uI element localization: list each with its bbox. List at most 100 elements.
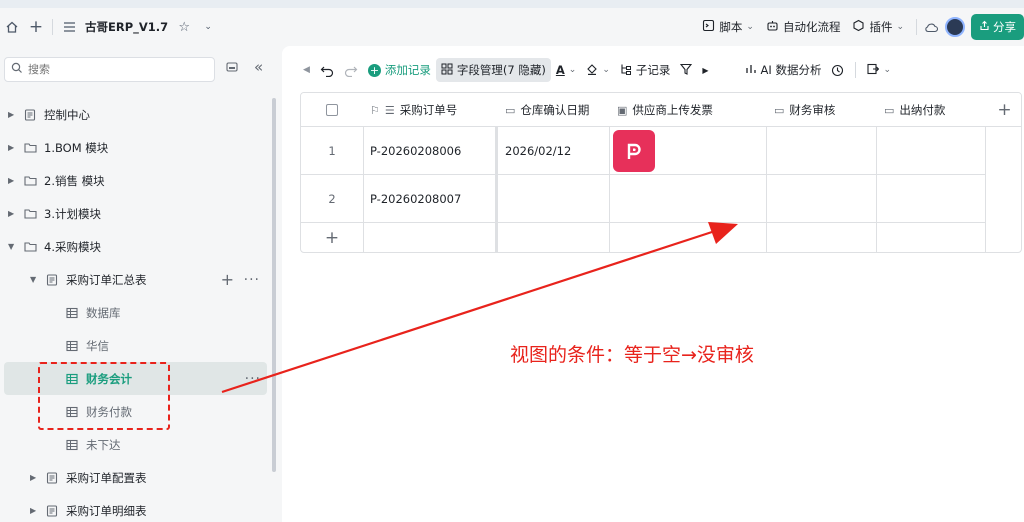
row-number: 2 (328, 191, 336, 206)
cashier-payment-cell[interactable] (877, 127, 985, 174)
sub-record-button[interactable]: 子记录 (615, 58, 676, 82)
more-icon[interactable]: ··· (245, 371, 261, 387)
calendar-icon: ▭ (884, 103, 895, 117)
column-header-confirm-date[interactable]: ▭ 仓库确认日期 (498, 93, 609, 127)
sidebar-item-purchase-config[interactable]: ▶ 采购订单配置表 (0, 461, 270, 494)
grid-view-icon (65, 339, 79, 353)
sidebar-item-label: 采购订单汇总表 (66, 272, 147, 287)
select-all-checkbox[interactable] (326, 104, 338, 116)
export-button[interactable]: ⌄ (862, 58, 896, 82)
sidebar-item-sales[interactable]: ▶ 2.销售 模块 (0, 164, 270, 197)
order-no-cell[interactable]: P-20260208007 (363, 175, 495, 222)
more-icon[interactable]: ··· (244, 272, 260, 288)
invoice-cell[interactable] (610, 127, 766, 174)
caret-right-icon[interactable]: ▶ (8, 176, 18, 185)
invoice-cell[interactable] (610, 175, 766, 222)
calendar-icon: ▭ (505, 103, 516, 117)
home-icon[interactable] (4, 19, 20, 35)
main-panel: ◀ + 添加记录 字段管理(7 隐藏) A ⌄ ⌄ 子记录 ▶ AI 数据分析 … (282, 46, 1024, 522)
sidebar-item-purchase[interactable]: ▼ 4.采购模块 (0, 230, 270, 263)
grid-view-icon (65, 306, 79, 320)
export-icon (867, 63, 880, 78)
field-manage-button[interactable]: 字段管理(7 隐藏) (435, 58, 551, 82)
column-header-cashier-payment[interactable]: ▭ 出纳付款 (877, 93, 985, 127)
caret-right-icon[interactable]: ▶ (8, 209, 18, 218)
font-color-icon: A (555, 63, 565, 77)
column-header-label: 采购订单号 (399, 103, 458, 117)
fill-color-button[interactable]: ⌄ (581, 58, 615, 82)
sidebar-item-database[interactable]: 数据库 (0, 296, 270, 329)
sidebar-item-control-center[interactable]: ▶ 控制中心 (0, 98, 270, 131)
pdf-attachment-icon[interactable] (613, 129, 655, 172)
caret-down-icon[interactable]: ▼ (30, 275, 40, 284)
more-toolbar-icon[interactable]: ▶ (697, 58, 713, 82)
automation-button[interactable]: 自动化流程 (760, 15, 847, 39)
grid-icon (441, 63, 453, 78)
table-row[interactable]: 2 P-20260208007 (301, 175, 986, 223)
add-row[interactable]: + (301, 223, 986, 252)
redo-icon[interactable] (339, 58, 363, 82)
sidebar-item-huaxin[interactable]: 华信 (0, 329, 270, 362)
table-row[interactable]: 1 P-20260208006 2026/02/12 (301, 127, 986, 175)
app-title[interactable]: 古哥ERP_V1.7 (85, 19, 168, 35)
plugin-button[interactable]: 插件 ⌄ (846, 15, 910, 39)
sidebar-item-purchase-summary[interactable]: ▼ 采购订单汇总表 + ··· (0, 263, 270, 296)
script-button[interactable]: 脚本 ⌄ (696, 15, 760, 39)
finance-review-cell[interactable] (767, 175, 876, 222)
share-button[interactable]: 分享 (971, 14, 1024, 40)
finance-review-cell[interactable] (767, 127, 876, 174)
sidebar-item-label: 3.计划模块 (44, 206, 101, 221)
add-column-button[interactable]: + (986, 93, 1021, 127)
chevron-down-icon: ⌄ (568, 65, 577, 75)
cloud-icon[interactable] (923, 19, 939, 35)
order-no-cell[interactable]: P-20260208006 (363, 127, 495, 174)
add-row-button[interactable]: + (301, 223, 363, 252)
avatar[interactable] (945, 17, 965, 37)
filter-button[interactable] (675, 58, 697, 82)
cashier-payment-cell[interactable] (877, 175, 985, 222)
sidebar-view-icon[interactable] (226, 61, 238, 77)
column-header-invoice[interactable]: ▣ 供应商上传发票 (610, 93, 766, 127)
caret-down-icon[interactable]: ▼ (8, 242, 18, 251)
text-color-button[interactable]: A ⌄ (551, 58, 581, 82)
sidebar-scrollbar[interactable] (272, 98, 276, 472)
history-icon[interactable] (826, 58, 849, 82)
chart-icon (745, 63, 757, 78)
chevron-down-icon[interactable]: ⌄ (200, 19, 216, 35)
sidebar-item-plan[interactable]: ▶ 3.计划模块 (0, 197, 270, 230)
add-icon[interactable]: + (221, 270, 234, 289)
confirm-date-cell[interactable] (498, 175, 609, 222)
sidebar-item-purchase-detail[interactable]: ▶ 采购订单明细表 (0, 494, 270, 522)
caret-right-icon[interactable]: ▶ (30, 506, 40, 515)
share-label: 分享 (993, 20, 1016, 34)
sidebar-item-bom[interactable]: ▶ 1.BOM 模块 (0, 131, 270, 164)
row-number: 1 (328, 143, 336, 158)
search-box[interactable] (4, 57, 215, 82)
sidebar-item-not-issued[interactable]: 未下达 (0, 428, 270, 461)
column-header-label: 出纳付款 (899, 103, 946, 117)
nav-back-icon[interactable]: ◀ (298, 58, 315, 82)
caret-right-icon[interactable]: ▶ (8, 110, 18, 119)
robot-icon (766, 19, 779, 35)
grid-view-icon (65, 438, 79, 452)
star-icon[interactable]: ☆ (176, 19, 192, 35)
plus-circle-icon: + (367, 63, 381, 77)
add-record-button[interactable]: + 添加记录 (363, 58, 436, 82)
sidebar: « ▶ 控制中心 ▶ 1.BOM 模块 ▶ 2.销售 模块 ▶ 3.计划模块 ▼… (0, 46, 282, 522)
search-input[interactable] (28, 63, 198, 76)
add-icon[interactable]: + (28, 17, 44, 37)
caret-right-icon[interactable]: ▶ (30, 473, 40, 482)
column-header-order-no[interactable]: ⚐ ☰ 采购订单号 (363, 93, 495, 127)
select-all-cell[interactable] (301, 93, 363, 127)
menu-icon[interactable] (61, 19, 77, 35)
flag-icon: ⚐ (370, 103, 380, 117)
caret-right-icon[interactable]: ▶ (8, 143, 18, 152)
grid-header: ⚐ ☰ 采购订单号 ▭ 仓库确认日期 ▣ 供应商上传发票 ▭ 财务审核 ▭ 出纳… (301, 93, 1021, 127)
column-header-finance-review[interactable]: ▭ 财务审核 (767, 93, 876, 127)
folder-icon (23, 207, 37, 221)
ai-analysis-button[interactable]: AI 数据分析 (740, 58, 827, 82)
sidebar-item-label: 数据库 (86, 305, 121, 320)
confirm-date-cell[interactable]: 2026/02/12 (498, 127, 609, 174)
undo-icon[interactable] (315, 58, 339, 82)
collapse-sidebar-icon[interactable]: « (254, 58, 263, 76)
